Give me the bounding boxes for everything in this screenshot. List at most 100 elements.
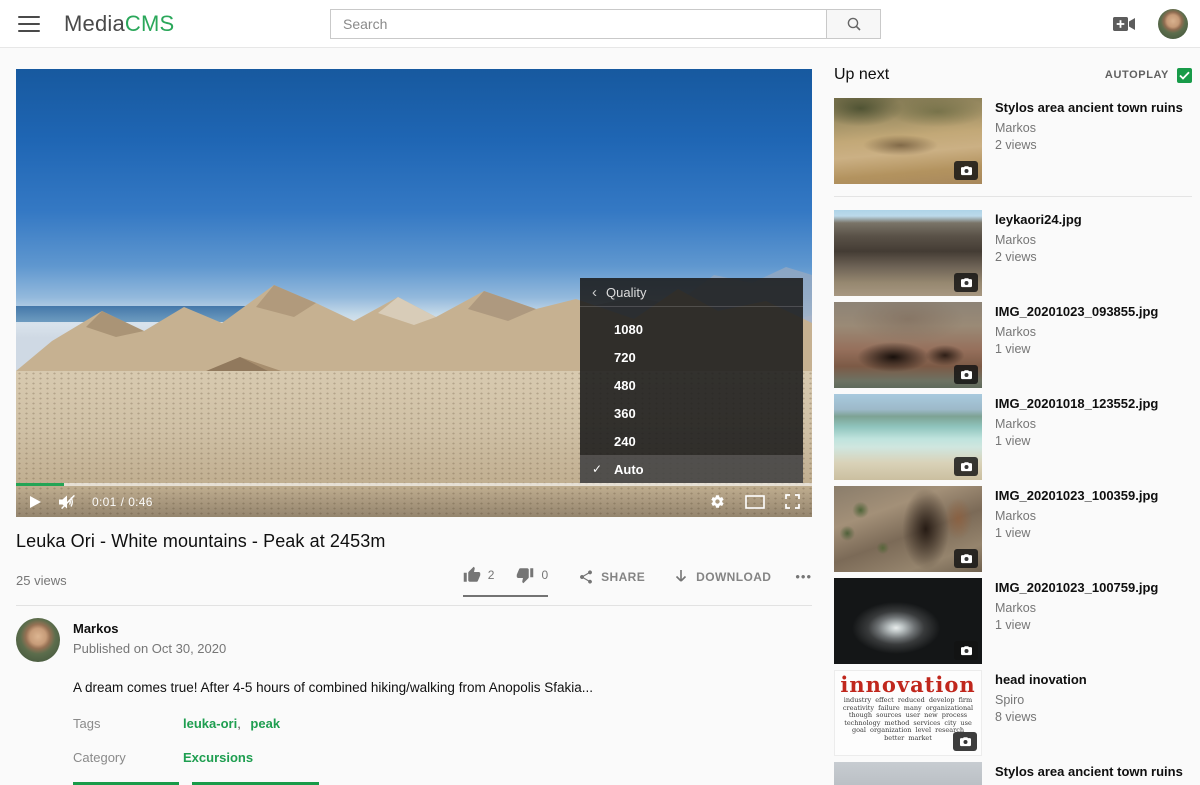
- quality-menu: ‹ Quality 1080 720 480 360 240 ✓ Auto: [580, 278, 803, 483]
- quality-option-label: 240: [614, 434, 636, 449]
- upnext-item-views: 1 view: [995, 434, 1158, 448]
- upnext-item-title: head inovation: [995, 671, 1087, 688]
- upnext-thumbnail[interactable]: [834, 578, 982, 664]
- video-title: Leuka Ori - White mountains - Peak at 24…: [16, 531, 812, 552]
- upnext-thumbnail[interactable]: [834, 302, 982, 388]
- settings-button[interactable]: [710, 494, 725, 509]
- quality-option[interactable]: 1080: [580, 315, 803, 343]
- rating-bar: [463, 595, 548, 597]
- autoplay-checkbox[interactable]: [1177, 68, 1192, 83]
- back-icon: ‹: [592, 285, 597, 300]
- download-button[interactable]: DOWNLOAD: [673, 569, 771, 585]
- upnext-item-info: IMG_20201018_123552.jpg Markos 1 view: [982, 394, 1158, 480]
- tag-link[interactable]: peak: [250, 716, 280, 731]
- quality-option[interactable]: 480: [580, 371, 803, 399]
- search-icon: [846, 16, 862, 32]
- category-row: Category Excursions: [73, 750, 812, 765]
- camera-icon: [954, 457, 978, 476]
- share-button[interactable]: SHARE: [578, 569, 645, 585]
- divider: [16, 605, 812, 606]
- upnext-item[interactable]: IMG_20201023_100359.jpg Markos 1 view: [834, 486, 1192, 572]
- upnext-thumbnail[interactable]: [834, 762, 982, 785]
- tag-link[interactable]: leuka-ori: [183, 716, 237, 731]
- upnext-item-views: 1 view: [995, 526, 1158, 540]
- play-icon: [28, 495, 42, 509]
- up-next-header: Up next AUTOPLAY: [834, 64, 1192, 86]
- search-button[interactable]: [827, 9, 881, 39]
- upnext-item[interactable]: IMG_20201018_123552.jpg Markos 1 view: [834, 394, 1192, 480]
- author-name[interactable]: Markos: [73, 621, 226, 636]
- category-link[interactable]: Excursions: [183, 750, 253, 765]
- category-label: Category: [73, 750, 183, 765]
- gear-icon: [710, 494, 725, 509]
- like-count: 2: [488, 568, 495, 582]
- volume-muted-icon: [58, 494, 76, 510]
- play-button[interactable]: [28, 495, 42, 509]
- rating-group: 2 0: [463, 566, 548, 588]
- quality-option[interactable]: 240: [580, 427, 803, 455]
- upnext-item[interactable]: innovation industry effect reduced devel…: [834, 670, 1192, 756]
- upnext-thumbnail[interactable]: innovation industry effect reduced devel…: [834, 670, 982, 756]
- download-label: DOWNLOAD: [696, 570, 771, 584]
- view-count: 25 views: [16, 573, 67, 588]
- upnext-thumbnail[interactable]: [834, 394, 982, 480]
- video-player[interactable]: ‹ Quality 1080 720 480 360 240 ✓ Auto: [16, 69, 812, 517]
- camera-icon: [953, 732, 977, 751]
- upnext-item[interactable]: leykaori24.jpg Markos 2 views: [834, 210, 1192, 296]
- player-controls: 0:01 / 0:46: [16, 486, 812, 517]
- user-avatar[interactable]: [1158, 9, 1188, 39]
- upnext-item[interactable]: Stylos area ancient town ruins Markos: [834, 762, 1192, 785]
- search-input[interactable]: [330, 9, 827, 39]
- quality-menu-back[interactable]: ‹ Quality: [580, 278, 803, 307]
- video-add-icon: [1112, 16, 1136, 32]
- upnext-item-author: Markos: [995, 417, 1158, 431]
- search-bar: [330, 9, 881, 39]
- divider: [834, 196, 1192, 197]
- quality-option[interactable]: 720: [580, 343, 803, 371]
- camera-icon: [954, 161, 978, 180]
- quality-option-label: 360: [614, 406, 636, 421]
- upnext-item-title: IMG_20201018_123552.jpg: [995, 395, 1158, 412]
- upnext-thumbnail[interactable]: [834, 486, 982, 572]
- like-button[interactable]: 2: [463, 566, 495, 584]
- upnext-item-title: leykaori24.jpg: [995, 211, 1082, 228]
- fullscreen-icon: [785, 494, 800, 509]
- upnext-item-author: Spiro: [995, 693, 1087, 707]
- quality-options: 1080 720 480 360 240 ✓ Auto: [580, 307, 803, 483]
- tags-label: Tags: [73, 716, 183, 731]
- upload-media-button[interactable]: [1112, 16, 1136, 32]
- topbar-right: [1112, 0, 1188, 48]
- thumb-down-icon: [516, 566, 534, 584]
- upnext-item-author: Markos: [995, 601, 1158, 615]
- upnext-thumbnail[interactable]: [834, 210, 982, 296]
- upnext-item-info: Stylos area ancient town ruins Markos 2 …: [982, 98, 1183, 184]
- app-logo[interactable]: MediaCMS: [64, 11, 174, 37]
- meta-row: 25 views 2 0 SHARE: [16, 566, 812, 588]
- time-separator: /: [121, 495, 125, 509]
- quality-option[interactable]: 360: [580, 399, 803, 427]
- quality-option-label: Auto: [614, 462, 644, 477]
- published-date: Published on Oct 30, 2020: [73, 641, 226, 656]
- mute-button[interactable]: [58, 494, 76, 510]
- author-row: Markos Published on Oct 30, 2020: [16, 618, 812, 662]
- author-avatar[interactable]: [16, 618, 60, 662]
- more-options-button[interactable]: •••: [795, 569, 812, 586]
- upnext-item[interactable]: IMG_20201023_100759.jpg Markos 1 view: [834, 578, 1192, 664]
- theater-mode-button[interactable]: [745, 495, 765, 509]
- autoplay-label: AUTOPLAY: [1105, 69, 1169, 81]
- dislike-button[interactable]: 0: [516, 566, 548, 584]
- action-bar: 2 0 SHARE DOWNLOAD •••: [463, 566, 812, 588]
- time-current: 0:01: [92, 495, 117, 509]
- quality-option[interactable]: ✓ Auto: [580, 455, 803, 483]
- menu-icon[interactable]: [18, 16, 40, 32]
- fullscreen-button[interactable]: [785, 494, 800, 509]
- camera-icon: [954, 641, 978, 660]
- upnext-thumbnail[interactable]: [834, 98, 982, 184]
- upnext-item-info: leykaori24.jpg Markos 2 views: [982, 210, 1082, 296]
- tags-list: leuka-ori, peak: [183, 716, 280, 731]
- upnext-item[interactable]: IMG_20201023_093855.jpg Markos 1 view: [834, 302, 1192, 388]
- upnext-item[interactable]: Stylos area ancient town ruins Markos 2 …: [834, 98, 1192, 184]
- quality-option-label: 1080: [614, 322, 643, 337]
- camera-icon: [954, 365, 978, 384]
- upnext-list: Stylos area ancient town ruins Markos 2 …: [834, 98, 1192, 785]
